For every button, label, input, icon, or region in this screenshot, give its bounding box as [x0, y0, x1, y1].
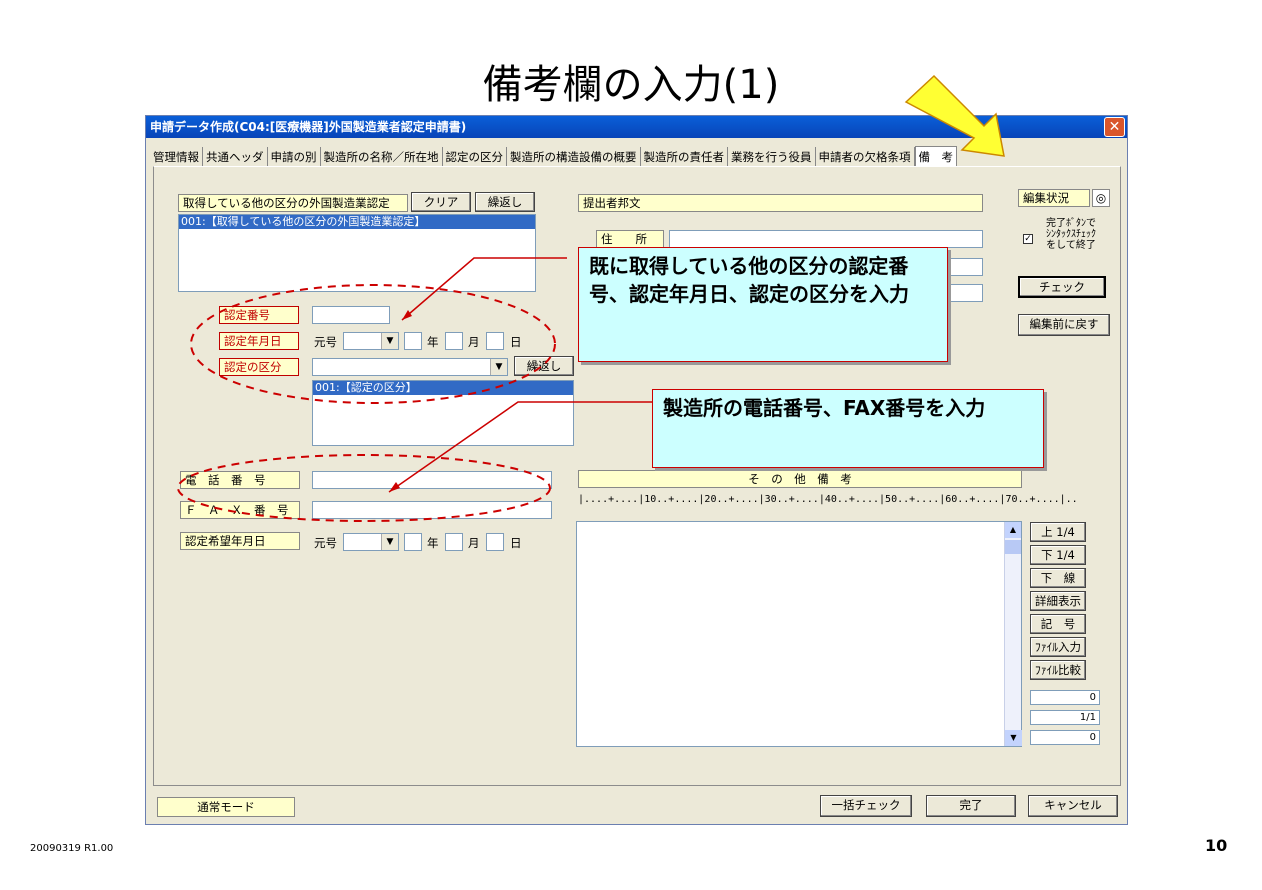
cert-info-highlight [190, 284, 556, 404]
phone-fax-highlight [177, 454, 551, 522]
callout-leader-1 [401, 257, 567, 321]
annotation-overlay [177, 74, 1005, 522]
yellow-arrow-icon [904, 74, 1005, 157]
callout-leader-2 [388, 401, 652, 493]
cert-info-callout: 既に取得している他の区分の認定番号、認定年月日、認定の区分を入力 [578, 247, 948, 362]
phone-fax-callout: 製造所の電話番号、FAX番号を入力 [652, 389, 1044, 468]
slide-date: 20090319 R1.00 [30, 843, 114, 854]
page-number: 10 [1205, 836, 1228, 855]
callout-arrowhead-2 [389, 482, 400, 492]
callout-arrowhead-1 [402, 310, 412, 320]
